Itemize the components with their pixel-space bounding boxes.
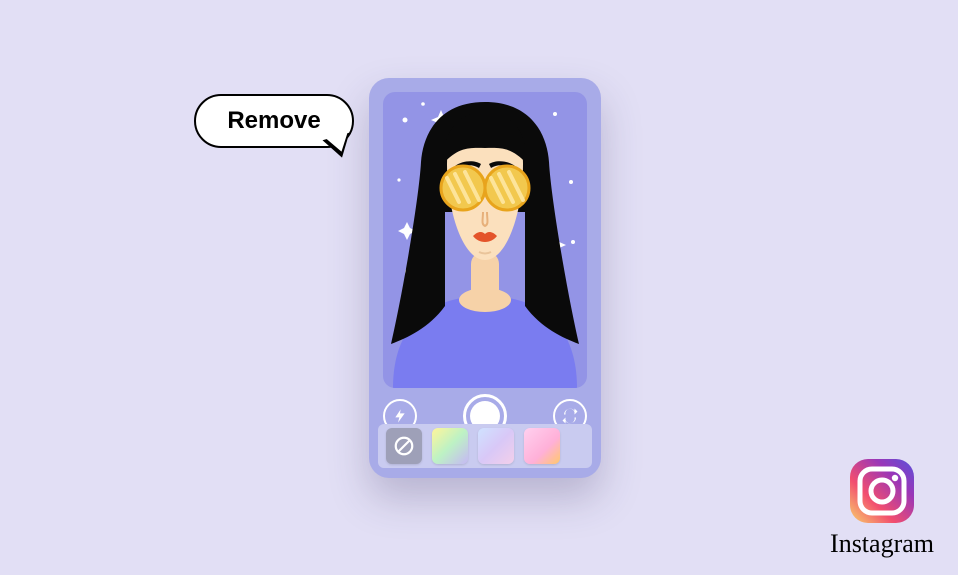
filter-swatch-2[interactable] [478, 428, 514, 464]
instagram-brand: Instagram [830, 455, 934, 559]
instagram-icon [846, 455, 918, 527]
filter-tray [378, 424, 592, 468]
no-filter-icon [393, 435, 415, 457]
switch-camera-icon [561, 407, 579, 425]
camera-viewfinder [383, 92, 587, 388]
camera-card [369, 78, 601, 478]
instagram-wordmark: Instagram [830, 529, 934, 559]
speech-label: Remove [227, 107, 320, 135]
filter-swatch-1[interactable] [432, 428, 468, 464]
flash-icon [392, 408, 408, 424]
filter-swatch-3[interactable] [524, 428, 560, 464]
filter-none[interactable] [386, 428, 422, 464]
avatar-illustration [383, 92, 587, 388]
